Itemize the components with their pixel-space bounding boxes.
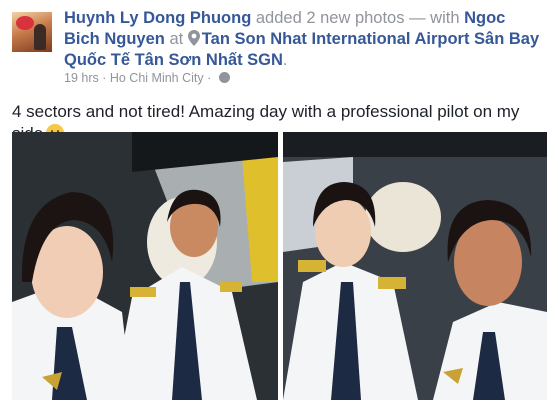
post-headline: Huynh Ly Dong Phuong added 2 new photos … bbox=[64, 8, 544, 71]
city-link[interactable]: Ho Chi Minh City bbox=[110, 71, 204, 85]
map-pin-icon bbox=[187, 30, 200, 46]
at-text: at bbox=[164, 30, 188, 48]
globe-icon[interactable] bbox=[218, 72, 230, 83]
author-name-link[interactable]: Huynh Ly Dong Phuong bbox=[64, 9, 251, 27]
cockpit-selfie-photo-1 bbox=[12, 132, 278, 400]
post-photo-2[interactable] bbox=[283, 132, 547, 400]
location-period: . bbox=[282, 51, 288, 69]
avatar-flower bbox=[16, 16, 34, 30]
cockpit-selfie-photo-2 bbox=[283, 132, 547, 400]
meta-separator: · bbox=[98, 71, 110, 85]
meta-separator-2: · bbox=[203, 71, 215, 85]
post-action-text: added 2 new photos — with bbox=[251, 9, 465, 27]
post-meta: 19 hrs · Ho Chi Minh City · bbox=[64, 71, 230, 85]
post-photo-1[interactable] bbox=[12, 132, 278, 400]
author-avatar[interactable] bbox=[12, 12, 52, 52]
timestamp-link[interactable]: 19 hrs bbox=[64, 71, 99, 85]
avatar-figure bbox=[34, 24, 46, 50]
